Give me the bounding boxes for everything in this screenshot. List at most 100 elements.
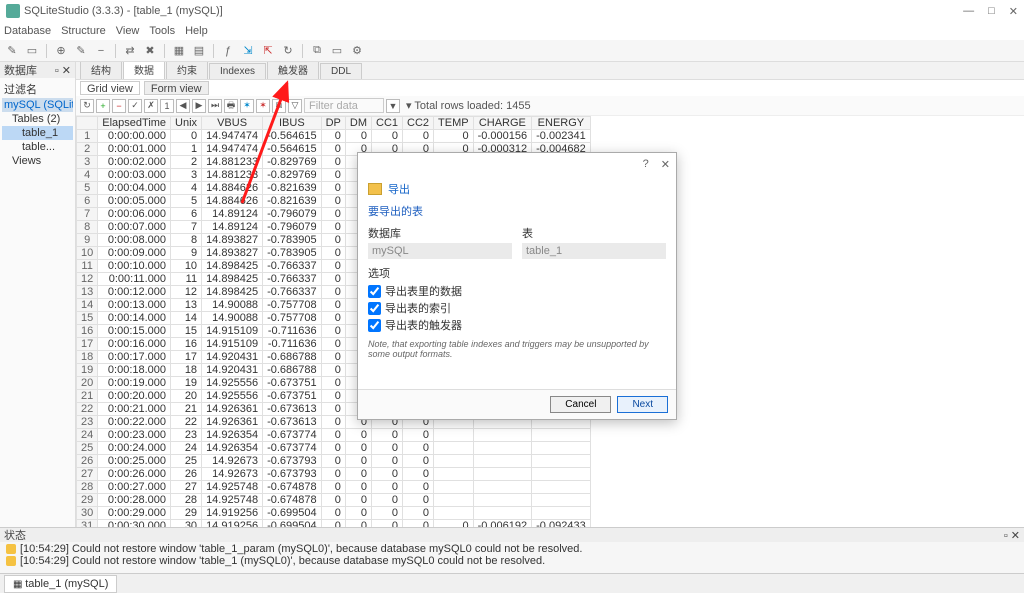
dialog-breadcrumb: 导出 (388, 181, 410, 197)
tool-connect[interactable]: ⇄ (122, 43, 138, 59)
main-toolbar: ✎ ▭ ⊕ ✎ − ⇄ ✖ ▦ ▤ ƒ ⇲ ⇱ ↻ ⧉ ▭ ⚙ (0, 40, 1024, 62)
gt-last[interactable]: ⏭ (208, 99, 222, 113)
maximize-button[interactable]: □ (988, 5, 995, 18)
tool-copy[interactable]: ⧉ (309, 43, 325, 59)
gt-copy[interactable]: ⧉ (272, 99, 286, 113)
dialog-help-button[interactable]: ? (643, 158, 649, 170)
status-controls[interactable]: ▫ ✕ (1004, 529, 1020, 542)
bottom-tab-table[interactable]: ▦ table_1 (mySQL) (4, 575, 117, 593)
opt-export-indexes-checkbox[interactable] (368, 302, 381, 315)
tree-views[interactable]: Views (2, 154, 73, 168)
tool-db-del[interactable]: − (93, 43, 109, 59)
tool-export[interactable]: ⇲ (240, 43, 256, 59)
table-row[interactable]: 280:00:27.0002714.925748-0.6748780000 (77, 481, 591, 494)
col-header[interactable] (77, 117, 98, 130)
gt-add[interactable]: + (96, 99, 110, 113)
opt-export-data[interactable]: 导出表里的数据 (368, 283, 666, 299)
viewtab-grid[interactable]: Grid view (80, 81, 140, 95)
table-row[interactable]: 10:00:00.000014.947474-0.56461500000-0.0… (77, 130, 591, 143)
col-header[interactable]: DM (345, 117, 371, 130)
grid-toolbar: ↻ + − ✓ ✗ 1 ◀ ▶ ⏭ 🖶 ✶ ✶ ⧉ ▽ Filter data … (76, 96, 1024, 116)
tool-open[interactable]: ▭ (24, 43, 40, 59)
col-header[interactable]: CC2 (403, 117, 434, 130)
gt-first[interactable]: 1 (160, 99, 174, 113)
menu-view[interactable]: View (116, 25, 140, 37)
gt-prev[interactable]: ◀ (176, 99, 190, 113)
opt-export-triggers[interactable]: 导出表的触发器 (368, 317, 666, 333)
warning-icon (6, 556, 16, 566)
tab-data[interactable]: 数据 (123, 62, 165, 79)
gt-apply-filter[interactable]: ▼ (386, 99, 400, 113)
opt-export-triggers-checkbox[interactable] (368, 319, 381, 332)
panel-controls[interactable]: ▫ ✕ (55, 64, 71, 77)
gt-export[interactable]: ✶ (240, 99, 254, 113)
tool-refresh[interactable]: ↻ (280, 43, 296, 59)
gt-refresh[interactable]: ↻ (80, 99, 94, 113)
close-button[interactable]: ✕ (1009, 5, 1018, 18)
cancel-button[interactable]: Cancel (550, 396, 611, 413)
table-row[interactable]: 250:00:24.0002414.926354-0.6737740000 (77, 442, 591, 455)
col-header[interactable]: DP (321, 117, 345, 130)
gt-print[interactable]: 🖶 (224, 99, 238, 113)
menu-structure[interactable]: Structure (61, 25, 106, 37)
bottom-tabs: ▦ table_1 (mySQL) (0, 573, 1024, 593)
tool-paste[interactable]: ▭ (329, 43, 345, 59)
tab-structure[interactable]: 结构 (80, 62, 122, 79)
menu-database[interactable]: Database (4, 25, 51, 37)
tool-new[interactable]: ✎ (4, 43, 20, 59)
tree-db[interactable]: mySQL (SQLite 3) (2, 98, 73, 112)
gt-next[interactable]: ▶ (192, 99, 206, 113)
gt-del[interactable]: − (112, 99, 126, 113)
col-header[interactable]: ElapsedTime (98, 117, 171, 130)
gt-commit[interactable]: ✓ (128, 99, 142, 113)
col-header[interactable]: IBUS (263, 117, 322, 130)
col-header[interactable]: VBUS (202, 117, 263, 130)
filter-input[interactable]: Filter data (304, 98, 384, 113)
col-header[interactable]: CC1 (372, 117, 403, 130)
table-row[interactable]: 270:00:26.0002614.92673-0.6737930000 (77, 468, 591, 481)
table-row[interactable]: 290:00:28.0002814.925748-0.6748780000 (77, 494, 591, 507)
tab-constraints[interactable]: 约束 (166, 62, 208, 79)
tab-triggers[interactable]: 触发器 (267, 62, 319, 79)
menu-help[interactable]: Help (185, 25, 208, 37)
gt-filter-icon[interactable]: ▽ (288, 99, 302, 113)
app-icon (6, 4, 20, 18)
total-rows-label: ▾ Total rows loaded: 1455 (406, 99, 531, 112)
tab-indexes[interactable]: Indexes (209, 63, 266, 79)
gt-rollback[interactable]: ✗ (144, 99, 158, 113)
opt-export-indexes[interactable]: 导出表的索引 (368, 300, 666, 316)
minimize-button[interactable]: — (963, 5, 974, 18)
db-field-value[interactable]: mySQL (368, 243, 512, 259)
menu-tools[interactable]: Tools (149, 25, 175, 37)
titlebar: SQLiteStudio (3.3.3) - [table_1 (mySQL)]… (0, 0, 1024, 22)
table-row[interactable]: 310:00:30.0003014.919256-0.69950400000-0… (77, 520, 591, 528)
dialog-close-button[interactable]: ✕ (661, 158, 670, 171)
next-button[interactable]: Next (617, 396, 668, 413)
table-row[interactable]: 300:00:29.0002914.919256-0.6995040000 (77, 507, 591, 520)
tool-settings[interactable]: ⚙ (349, 43, 365, 59)
col-header[interactable]: ENERGY (532, 117, 591, 130)
options-heading: 选项 (368, 265, 666, 281)
tool-import[interactable]: ⇱ (260, 43, 276, 59)
tree-tables[interactable]: Tables (2) (2, 112, 73, 126)
filter-label[interactable]: 过滤名 (2, 80, 73, 98)
tool-db-edit[interactable]: ✎ (73, 43, 89, 59)
tool-db-add[interactable]: ⊕ (53, 43, 69, 59)
table-row[interactable]: 240:00:23.0002314.926354-0.6737740000 (77, 429, 591, 442)
tree-table-2[interactable]: table... (2, 140, 73, 154)
tool-sql[interactable]: ▦ (171, 43, 187, 59)
tool-disconnect[interactable]: ✖ (142, 43, 158, 59)
db-field-label: 数据库 (368, 225, 512, 241)
tool-table[interactable]: ▤ (191, 43, 207, 59)
gt-import[interactable]: ✶ (256, 99, 270, 113)
col-header[interactable]: Unix (171, 117, 202, 130)
tool-fn[interactable]: ƒ (220, 43, 236, 59)
opt-export-data-checkbox[interactable] (368, 285, 381, 298)
table-field-value[interactable]: table_1 (522, 243, 666, 259)
table-row[interactable]: 260:00:25.0002514.92673-0.6737930000 (77, 455, 591, 468)
col-header[interactable]: CHARGE (473, 117, 532, 130)
col-header[interactable]: TEMP (434, 117, 474, 130)
tree-table-1[interactable]: table_1 (2, 126, 73, 140)
tab-ddl[interactable]: DDL (320, 63, 362, 79)
viewtab-form[interactable]: Form view (144, 81, 209, 95)
